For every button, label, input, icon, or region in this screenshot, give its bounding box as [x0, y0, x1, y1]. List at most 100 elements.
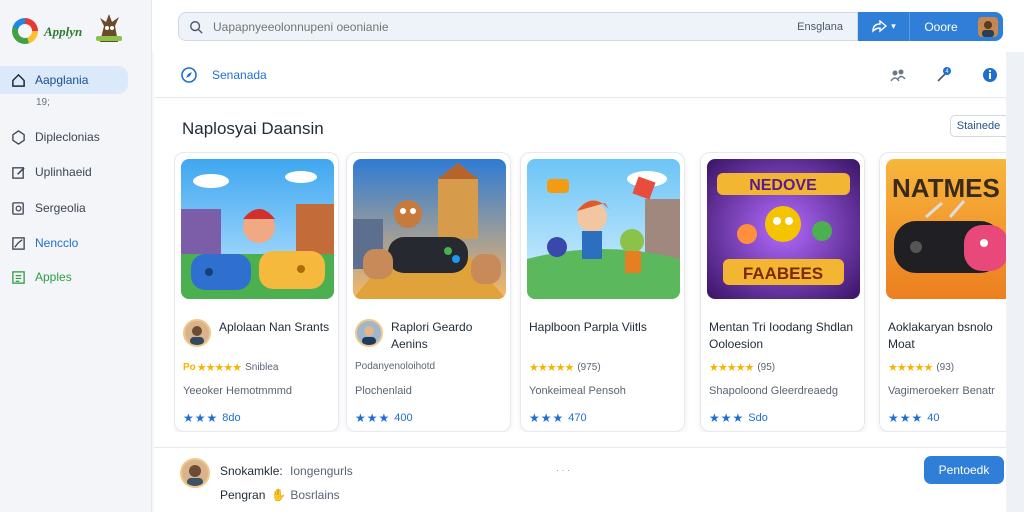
rating-prefix: Po: [183, 362, 196, 373]
card-footer-value: 470: [568, 412, 587, 424]
sidebar-item-home[interactable]: Aapglania: [0, 66, 128, 94]
game-thumbnail[interactable]: [353, 159, 506, 299]
activity-line-meta: Bosrlains: [290, 488, 340, 502]
hand-emoji-icon: ✋: [271, 488, 287, 502]
activity-user: Snokamkle: Iongengurls: [220, 464, 353, 478]
star-rating-icon: ★★★★★: [529, 362, 574, 374]
card-footer: ★★★ 400: [355, 411, 413, 425]
card-title-row: Aoklakaryan bsnolo Moat: [888, 319, 1006, 353]
primary-top-button[interactable]: Ooore: [910, 12, 972, 41]
card-rating: Po ★★★★★ Sniblea: [183, 361, 278, 374]
game-thumbnail[interactable]: NEDOVE FAABEES: [707, 159, 860, 299]
people-icon[interactable]: [888, 65, 908, 85]
sidebar-item-label: Aapglania: [35, 73, 89, 87]
game-card[interactable]: Haplboon Parpla Viitls ★★★★★ (975) Yonke…: [520, 152, 685, 432]
card-subtitle: Yeeoker Hemotmmmd: [183, 385, 293, 397]
svg-text:NATMES: NATMES: [892, 173, 1000, 203]
sidebar-item-label: Sergeolia: [35, 201, 86, 215]
chart-icon: [10, 235, 26, 251]
section-see-all-button[interactable]: Stainede: [950, 115, 1006, 137]
card-title: Mentan Tri Ioodang Shdlan Ooloesion: [709, 320, 854, 351]
dropdown-chevron-icon: ▾: [891, 21, 896, 31]
logo-text: Applyn: [44, 24, 83, 39]
sidebar-item-uplinhaeid[interactable]: Uplinhaeid: [0, 158, 128, 186]
card-carousel: Aplolaan Nan Srants Po ★★★★★ Sniblea Yee…: [174, 152, 1006, 432]
rating-text: Sniblea: [245, 362, 279, 373]
share-icon: [872, 19, 888, 33]
star-rating-icon: ★★★★★: [709, 362, 754, 374]
sidebar-item-sergeolia[interactable]: Sergeolia: [0, 194, 128, 222]
developer-avatar: [183, 319, 211, 347]
search-input[interactable]: [213, 19, 798, 34]
search-doc-icon: [10, 200, 26, 216]
app-logo[interactable]: Applyn: [10, 10, 150, 50]
card-title-row: Aplolaan Nan Srants: [183, 319, 333, 347]
section-title: Naplosyai Daansin: [182, 119, 324, 138]
game-card[interactable]: Aplolaan Nan Srants Po ★★★★★ Sniblea Yee…: [174, 152, 339, 432]
mascot-icon: [96, 14, 122, 42]
game-thumbnail[interactable]: NATMES: [886, 159, 1006, 299]
card-footer: ★★★ 470: [529, 411, 587, 425]
subheader-title[interactable]: Senanada: [180, 66, 267, 84]
main-panel: Senanada 4 Naplosyai Daansin Stainede Ap…: [154, 52, 1006, 512]
search-scope-label[interactable]: Ensglana: [797, 21, 843, 33]
game-card[interactable]: Raplori Geardo Aenins Podanyenoloihotd P…: [346, 152, 511, 432]
card-footer-value: 400: [394, 412, 413, 424]
card-title: Aplolaan Nan Srants: [219, 320, 330, 334]
user-avatar[interactable]: [180, 458, 210, 488]
activity-user-name: Snokamkle:: [220, 464, 283, 478]
scrollbar-track[interactable]: [1006, 52, 1024, 512]
card-title: Aoklakaryan bsnolo Moat: [888, 320, 993, 351]
bottom-action-button[interactable]: Pentoedk: [924, 456, 1004, 484]
blue-star-icon: ★★★: [355, 411, 391, 425]
sidebar-item-apples[interactable]: Apples: [0, 263, 128, 291]
header-icon-group: 4: [862, 65, 1000, 85]
activity-user-meta: Iongengurls: [290, 464, 353, 478]
card-subtitle: Shapoloond Gleerdreaedg: [709, 385, 839, 397]
sub-header: Senanada 4: [154, 52, 1006, 98]
card-title: Haplboon Parpla Viitls: [529, 320, 647, 334]
search-bar[interactable]: Ensglana: [178, 12, 858, 41]
card-rating: ★★★★★ (975): [529, 361, 601, 374]
sidebar-item-dipleclonias[interactable]: Dipleclonias: [0, 123, 128, 151]
sidebar-item-label: Nencclo: [35, 236, 79, 250]
blue-star-icon: ★★★: [709, 411, 745, 425]
sidebar: Applyn Aapglania 19; Dipleclonias Uplinh…: [0, 0, 152, 512]
card-footer-value: 8do: [222, 412, 241, 424]
card-title-row: Mentan Tri Ioodang Shdlan Ooloesion: [709, 319, 859, 353]
card-title-row: Raplori Geardo Aenins: [355, 319, 505, 353]
card-footer: ★★★ 40: [888, 411, 940, 425]
game-card[interactable]: NATMES Aoklakaryan bsnolo Moat ★★★★★ (93…: [879, 152, 1006, 432]
card-title: Raplori Geardo Aenins: [391, 320, 473, 351]
game-card[interactable]: NEDOVE FAABEES Mentan Tri Ioodang Shdlan…: [700, 152, 865, 432]
activity-line-name: Pengran: [220, 488, 266, 502]
game-thumbnail[interactable]: [181, 159, 334, 299]
share-button[interactable]: ▾: [858, 12, 910, 41]
game-thumbnail[interactable]: [527, 159, 680, 299]
card-rating: ★★★★★ (93): [888, 361, 954, 374]
rating-text: (975): [577, 362, 601, 373]
compass-icon: [180, 66, 198, 84]
blue-star-icon: ★★★: [183, 411, 219, 425]
activity-line: Pengran ✋ Bosrlains: [220, 488, 340, 502]
card-footer-value: 40: [927, 412, 940, 424]
blue-star-icon: ★★★: [888, 411, 924, 425]
notification-icon[interactable]: 4: [934, 65, 954, 85]
card-subtitle: Yonkeimeal Pensoh: [529, 385, 626, 397]
card-rating: Podanyenoloihotd: [355, 361, 435, 372]
developer-avatar: [355, 319, 383, 347]
card-rating: ★★★★★ (95): [709, 361, 775, 374]
card-title-row: Haplboon Parpla Viitls: [529, 319, 679, 336]
card-footer: ★★★ Sdo: [709, 411, 768, 425]
top-action-group: ▾ Ooore: [858, 12, 1003, 41]
star-rating-icon: ★★★★★: [888, 362, 933, 374]
sidebar-item-label: Apples: [35, 270, 72, 284]
sidebar-item-label: Uplinhaeid: [35, 165, 92, 179]
info-icon[interactable]: [980, 65, 1000, 85]
sidebar-item-nencclo[interactable]: Nencclo: [0, 229, 128, 257]
card-subtitle: Vagimeroekerr Benatr: [888, 385, 995, 397]
subheader-label: Senanada: [212, 68, 267, 82]
user-avatar[interactable]: [978, 16, 998, 37]
svg-text:FAABEES: FAABEES: [743, 264, 823, 283]
star-rating-icon: ★★★★★: [196, 362, 242, 374]
